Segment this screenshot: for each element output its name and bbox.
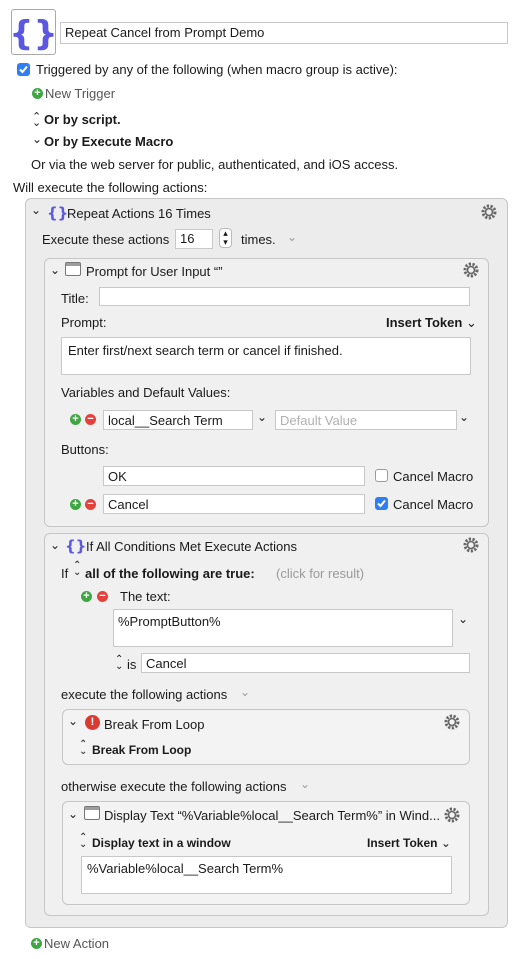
prompt-title: Prompt for User Input “” [86,264,223,279]
updown-chevron-icon[interactable]: ⌄ [32,116,41,129]
display-title: Display Text “%Variable%local__Search Te… [104,808,439,823]
or-by-execute-macro[interactable]: Or by Execute Macro [44,134,173,149]
prompt-text-area[interactable]: Enter first/next search term or cancel i… [61,337,471,375]
chevron-down-icon[interactable]: ⌄ [32,132,42,146]
remove-button-icon[interactable]: − [85,499,96,510]
updown-chevron-icon[interactable]: ⌃ ⌄ [115,655,123,672]
display-text-area[interactable]: %Variable%local__Search Term% [81,856,452,894]
repeat-title: Repeat Actions 16 Times [67,206,211,221]
times-label: times. [241,232,276,247]
break-sub-label[interactable]: Break From Loop [92,743,191,757]
prompt-label: Prompt: [61,315,107,330]
braces-icon: {} [47,204,69,222]
condition-text-area[interactable]: %PromptButton% [113,609,453,647]
chevron-down-icon: ⌄ [440,836,451,850]
collapse-chevron-icon[interactable]: ⌄ [50,538,60,552]
display-mode[interactable]: Display text in a window [92,836,231,850]
chevron-down-icon[interactable]: ⌄ [459,410,469,424]
chevron-down-icon[interactable]: ⌄ [458,612,468,626]
remove-variable-icon[interactable]: − [85,414,96,425]
braces-icon: {} [9,14,57,54]
will-execute-heading: Will execute the following actions: [13,180,208,195]
collapse-chevron-icon[interactable]: ⌄ [68,714,78,728]
is-value-field[interactable]: Cancel [141,653,470,673]
if-all-title: If All Conditions Met Execute Actions [86,539,297,554]
remove-condition-icon[interactable]: − [97,591,108,602]
display-insert-token-menu[interactable]: Insert Token ⌄ [367,836,451,850]
otherwise-label: otherwise execute the following actions [61,779,287,794]
ok-cancel-macro-checkbox[interactable] [375,469,388,482]
add-variable-icon[interactable]: + [70,414,81,425]
the-text-label: The text: [120,589,171,604]
gear-icon[interactable] [443,806,461,824]
add-button-icon[interactable]: + [70,499,81,510]
collapse-chevron-icon[interactable]: ⌄ [68,807,78,821]
repeat-count-field[interactable]: 16 [175,229,213,249]
chevron-down-icon[interactable]: ⌄ [300,777,310,791]
if-label: If [61,566,69,581]
gear-icon[interactable] [443,713,461,731]
new-trigger-add-icon[interactable]: + [32,88,43,99]
buttons-label: Buttons: [61,442,109,457]
macro-title-field[interactable]: Repeat Cancel from Prompt Demo [60,22,508,44]
stepper-icon[interactable]: ▴ ▾ [219,228,232,248]
updown-chevron-icon[interactable]: ⌃ ⌄ [79,833,87,850]
variables-label: Variables and Default Values: [61,385,231,400]
cancel-cancel-macro-checkbox[interactable] [375,497,388,510]
updown-chevron-icon[interactable]: ⌃ ⌄ [79,740,87,757]
insert-token-menu[interactable]: Insert Token ⌄ [386,315,477,331]
or-by-script[interactable]: Or by script. [44,112,121,127]
svg-text:{}: {} [12,14,55,54]
click-for-result[interactable]: (click for result) [276,566,364,581]
insert-token-label: Insert Token [367,836,438,850]
execute-following-label: execute the following actions [61,687,228,702]
default-value-field[interactable]: Default Value [275,410,457,430]
braces-icon: {} [65,537,87,555]
prompt-title-field[interactable] [99,287,470,306]
insert-token-label: Insert Token [386,315,463,330]
window-icon [84,806,100,820]
new-action-add-icon[interactable]: + [31,938,42,949]
execute-label: Execute these actions [42,232,170,247]
gear-icon[interactable] [480,203,498,221]
updown-chevron-icon[interactable]: ⌃ ⌄ [73,561,81,578]
button-ok-field[interactable]: OK [103,466,365,486]
is-label[interactable]: is [127,657,136,672]
add-condition-icon[interactable]: + [81,591,92,602]
gear-icon[interactable] [462,261,480,279]
chevron-down-icon[interactable]: ⌄ [287,230,297,244]
collapse-chevron-icon[interactable]: ⌄ [50,263,60,277]
cancel-cancel-macro-label: Cancel Macro [393,497,474,512]
all-of-following[interactable]: all of the following are true: [85,566,255,581]
chevron-down-icon: ⌄ [465,315,477,330]
variable-name-field[interactable]: local__Search Term [103,410,253,430]
macro-icon[interactable]: {} [9,9,58,55]
stop-icon: ! [85,715,100,730]
chevron-down-icon[interactable]: ⌄ [257,410,267,424]
ok-cancel-macro-label: Cancel Macro [393,469,474,484]
gear-icon[interactable] [462,536,480,554]
new-trigger-link[interactable]: New Trigger [45,86,115,101]
triggered-label: Triggered by any of the following (when … [36,62,398,77]
button-cancel-field[interactable]: Cancel [103,494,365,514]
chevron-down-icon[interactable]: ⌄ [240,685,250,699]
web-server-text: Or via the web server for public, authen… [31,157,399,172]
collapse-chevron-icon[interactable]: ⌄ [31,203,41,217]
break-title: Break From Loop [104,717,205,732]
triggered-checkbox[interactable] [17,63,30,76]
title-label: Title: [61,291,89,306]
window-icon [65,262,81,276]
new-action-link[interactable]: New Action [44,936,109,951]
